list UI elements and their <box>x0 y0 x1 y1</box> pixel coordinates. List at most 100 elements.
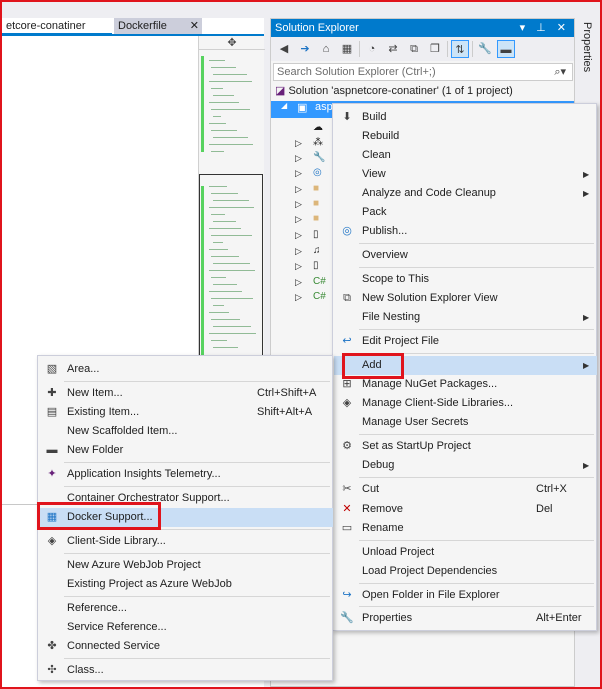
expand-arrow-icon[interactable]: ▷ <box>295 214 302 224</box>
tree-node[interactable]: ▷ ▯ <box>295 227 331 243</box>
menu-separator <box>64 486 330 487</box>
menu-item-existing-project-as-azure-webjob[interactable]: Existing Project as Azure WebJob <box>39 575 333 594</box>
forward-icon[interactable]: ➔ <box>296 40 314 58</box>
menu-item-new-item[interactable]: ✚ New Item... Ctrl+Shift+A <box>39 384 333 403</box>
menu-item-new-solution-explorer-view[interactable]: ⧉ New Solution Explorer View <box>334 289 597 308</box>
menu-separator <box>359 540 594 541</box>
tree-node[interactable]: ▷ ■ <box>295 196 331 212</box>
expand-arrow-icon[interactable]: ▷ <box>295 168 302 178</box>
menu-item-edit-project-file[interactable]: ↩ Edit Project File <box>334 332 597 351</box>
menu-item-reference[interactable]: Reference... <box>39 599 333 618</box>
code-minimap[interactable]: ✥ <box>198 36 265 356</box>
search-icon[interactable]: ⌕▾ <box>554 64 566 80</box>
menu-item-build[interactable]: ⬇ Build <box>334 108 597 127</box>
menu-item-manage-client-side-libraries[interactable]: ◈ Manage Client-Side Libraries... <box>334 394 597 413</box>
menu-item-label: Pack <box>362 206 387 218</box>
menu-item-unload-project[interactable]: Unload Project <box>334 543 597 562</box>
sync-icon[interactable]: ⇄ <box>384 40 402 58</box>
menu-item-clean[interactable]: Clean <box>334 146 597 165</box>
menu-item-manage-user-secrets[interactable]: Manage User Secrets <box>334 413 597 432</box>
expand-arrow-icon[interactable]: ▷ <box>295 153 302 163</box>
expand-arrow-icon[interactable]: ▷ <box>295 184 302 194</box>
panel-title: Solution Explorer <box>275 22 359 34</box>
menu-item-connected-service[interactable]: ✤ Connected Service <box>39 637 333 656</box>
menu-item-label: Service Reference... <box>67 621 167 633</box>
menu-item-label: Set as StartUp Project <box>362 440 471 452</box>
tree-node[interactable]: ▷ C# <box>295 289 331 305</box>
menu-item-label: Build <box>362 111 387 123</box>
close-icon[interactable]: ✕ <box>190 18 199 35</box>
menu-item-class[interactable]: ✣ Class... <box>39 661 333 680</box>
menu-item-properties[interactable]: 🔧 Properties Alt+Enter <box>334 609 597 628</box>
history-icon[interactable]: ◔ <box>363 40 381 58</box>
menu-item-publish[interactable]: ◎ Publish... <box>334 222 597 241</box>
solution-node[interactable]: ◪ Solution 'aspnetcore-conatiner' (1 of … <box>275 83 513 100</box>
tree-node[interactable]: ▷ ⁂ <box>295 135 331 151</box>
tree-node[interactable]: ☁ <box>295 120 331 136</box>
tree-node[interactable]: ▷ ■ <box>295 211 331 227</box>
menu-item-remove[interactable]: ✕ Remove Del <box>334 500 597 519</box>
tree-node[interactable]: ▷ C# <box>295 274 331 290</box>
tree-node[interactable]: ▷ ♫ <box>295 243 331 259</box>
menu-item-debug[interactable]: Debug ▶ <box>334 456 597 475</box>
menu-item-label: New Scaffolded Item... <box>67 425 178 437</box>
tree-node[interactable]: ▷ ◎ <box>295 165 331 181</box>
menu-item-new-azure-webjob-project[interactable]: New Azure WebJob Project <box>39 556 333 575</box>
splitter-icon[interactable]: ✥ <box>199 36 265 50</box>
menu-item-new-scaffolded-item[interactable]: New Scaffolded Item... <box>39 422 333 441</box>
menu-item-rename[interactable]: ▭ Rename <box>334 519 597 538</box>
expand-arrow-icon[interactable]: ▷ <box>295 277 302 287</box>
collapse-all-icon[interactable]: ⧉ <box>405 40 423 58</box>
menu-item-new-folder[interactable]: ▬ New Folder <box>39 441 333 460</box>
menu-item-application-insights-telemetry[interactable]: ✦ Application Insights Telemetry... <box>39 465 333 484</box>
search-input[interactable]: Search Solution Explorer (Ctrl+;) ⌕▾ <box>273 63 573 81</box>
menu-item-existing-item[interactable]: ▤ Existing Item... Shift+Alt+A <box>39 403 333 422</box>
minimap-viewport[interactable] <box>199 174 263 356</box>
menu-item-open-folder-in-file-explorer[interactable]: ↪ Open Folder in File Explorer <box>334 586 597 605</box>
pin-close-icons[interactable]: ▾ ⊥ ✕ <box>520 19 570 37</box>
preview-icon[interactable]: ▬ <box>497 40 515 58</box>
solution-label: Solution 'aspnetcore-conatiner' (1 of 1 … <box>288 85 513 97</box>
toolbar-separator <box>472 41 473 57</box>
expand-arrow-icon[interactable]: ▷ <box>295 261 302 271</box>
menu-item-pack[interactable]: Pack <box>334 203 597 222</box>
menu-item-label: Analyze and Code Cleanup <box>362 187 496 199</box>
home-icon[interactable]: ⌂ <box>317 40 335 58</box>
menu-item-view[interactable]: View ▶ <box>334 165 597 184</box>
tree-node[interactable]: ▷ 🔧 <box>295 150 331 166</box>
switch-views-icon[interactable]: ▦ <box>338 40 356 58</box>
expand-arrow-icon[interactable]: ▷ <box>295 199 302 209</box>
menu-item-rebuild[interactable]: Rebuild <box>334 127 597 146</box>
menu-item-cut[interactable]: ✂ Cut Ctrl+X <box>334 480 597 499</box>
minimap-line <box>209 333 256 334</box>
menu-item-overview[interactable]: Overview <box>334 246 597 265</box>
menu-item-label: Client-Side Library... <box>67 535 166 547</box>
show-all-files-icon[interactable]: ❐ <box>426 40 444 58</box>
tree-node[interactable]: ▷ ▯ <box>295 258 331 274</box>
menu-item-area[interactable]: ▧ Area... <box>39 360 333 379</box>
menu-item-service-reference[interactable]: Service Reference... <box>39 618 333 637</box>
menu-item-scope-to-this[interactable]: Scope to This <box>334 270 597 289</box>
tab-dockerfile[interactable]: Dockerfile ✕ <box>114 18 202 35</box>
menu-item-client-side-library[interactable]: ◈ Client-Side Library... <box>39 532 333 551</box>
tab-project-file[interactable]: etcore-conatiner <box>2 18 112 35</box>
tree-node[interactable]: ▷ ■ <box>295 181 331 197</box>
expand-arrow-icon[interactable]: ▷ <box>295 138 302 148</box>
menu-item-analyze-and-code-cleanup[interactable]: Analyze and Code Cleanup ▶ <box>334 184 597 203</box>
file-icon: ▯ <box>313 229 319 240</box>
edit-arrow-icon: ↩ <box>342 335 352 347</box>
expand-arrow-icon[interactable]: ▷ <box>295 292 302 302</box>
menu-item-load-project-dependencies[interactable]: Load Project Dependencies <box>334 562 597 581</box>
menu-separator <box>359 583 594 584</box>
expand-arrow-icon[interactable]: ◢ <box>281 101 287 110</box>
expand-arrow-icon[interactable]: ▷ <box>295 230 302 240</box>
menu-item-set-as-startup-project[interactable]: ⚙ Set as StartUp Project <box>334 437 597 456</box>
menu-item-label: Existing Project as Azure WebJob <box>67 578 232 590</box>
back-icon[interactable]: ◀ <box>275 40 293 58</box>
menu-item-label: Edit Project File <box>362 335 440 347</box>
build-icon: ⬇ <box>342 111 352 123</box>
track-active-icon[interactable]: ⇅ <box>451 40 469 58</box>
expand-arrow-icon[interactable]: ▷ <box>295 246 302 256</box>
wrench-icon[interactable]: 🔧 <box>476 40 494 58</box>
menu-item-file-nesting[interactable]: File Nesting ▶ <box>334 308 597 327</box>
